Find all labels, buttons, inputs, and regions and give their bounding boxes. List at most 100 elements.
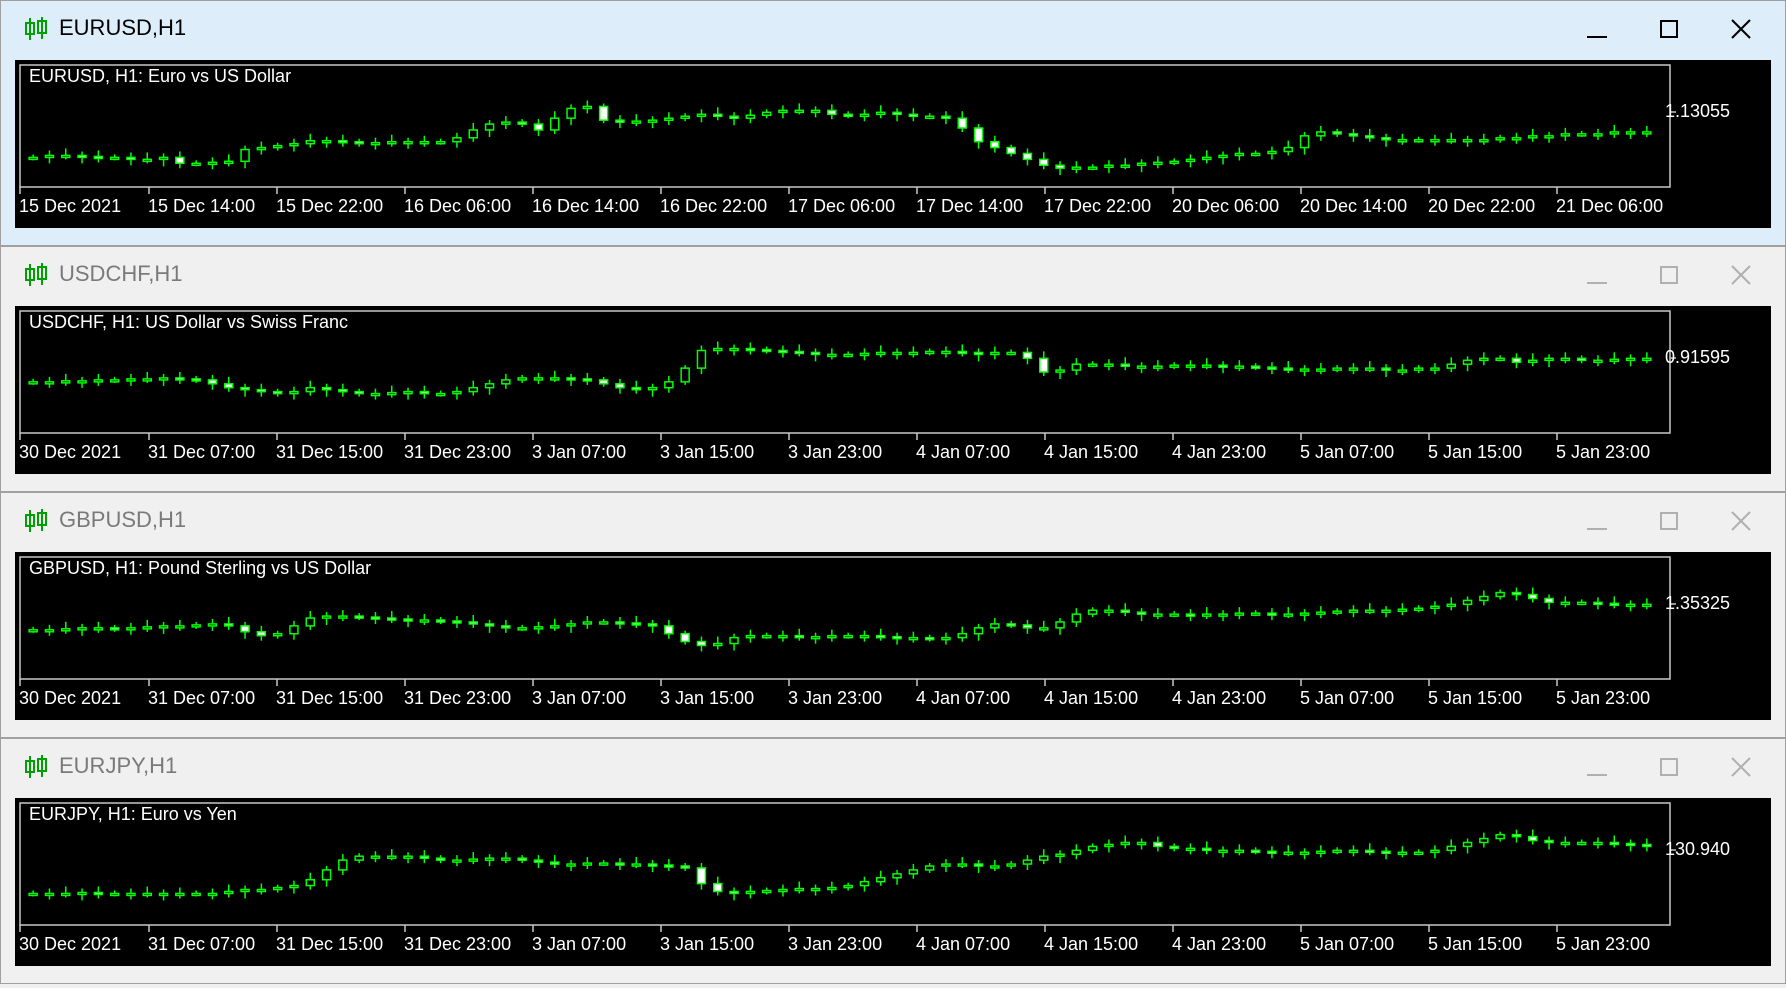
maximize-button[interactable] bbox=[1649, 503, 1689, 539]
candle bbox=[435, 138, 446, 145]
candle bbox=[1593, 128, 1603, 140]
chart-window-1[interactable]: USDCHF,H1 USDCHF, H1: US Dollar vs Swiss … bbox=[0, 246, 1786, 492]
time-axis-label: 16 Dec 06:00 bbox=[404, 196, 512, 216]
candle bbox=[256, 141, 267, 155]
candle bbox=[1397, 846, 1408, 858]
candle bbox=[419, 135, 430, 147]
window-titlebar[interactable]: USDCHF,H1 bbox=[1, 247, 1785, 303]
candle bbox=[1332, 608, 1342, 616]
candle bbox=[1087, 843, 1098, 854]
chart-canvas[interactable]: USDCHF, H1: US Dollar vs Swiss Franc 0.91… bbox=[15, 306, 1771, 474]
candle bbox=[582, 100, 593, 114]
candles bbox=[28, 829, 1652, 901]
maximize-icon bbox=[1649, 503, 1689, 539]
candle bbox=[533, 621, 544, 634]
candle bbox=[1625, 839, 1636, 852]
candle bbox=[44, 150, 55, 164]
candle bbox=[289, 138, 299, 152]
minimize-button[interactable] bbox=[1577, 503, 1617, 539]
candle bbox=[1576, 355, 1587, 364]
candle bbox=[1071, 608, 1082, 627]
candle bbox=[1397, 364, 1408, 376]
close-button[interactable] bbox=[1721, 503, 1761, 539]
candle bbox=[794, 103, 804, 115]
chart-window-3[interactable]: EURJPY,H1 EURJPY, H1: Euro vs Yen 130.940 3… bbox=[0, 738, 1786, 984]
candle bbox=[1609, 352, 1619, 365]
candle bbox=[1413, 849, 1424, 856]
time-axis-label: 4 Jan 15:00 bbox=[1044, 934, 1139, 954]
candle bbox=[1479, 832, 1489, 848]
candle bbox=[1055, 617, 1065, 635]
candle bbox=[1120, 158, 1130, 170]
candle bbox=[1039, 152, 1049, 170]
window-titlebar[interactable]: EURJPY,H1 bbox=[1, 739, 1785, 795]
maximize-button[interactable] bbox=[1649, 749, 1689, 785]
time-axis-label: 3 Jan 15:00 bbox=[660, 688, 755, 708]
candle bbox=[990, 135, 1000, 153]
candle bbox=[191, 890, 201, 897]
candle bbox=[908, 631, 919, 643]
candle bbox=[272, 884, 283, 893]
maximize-button[interactable] bbox=[1649, 11, 1689, 47]
window-title: EURJPY,H1 bbox=[59, 753, 178, 778]
chart-canvas[interactable]: GBPUSD, H1: Pound Sterling vs US Dollar 1… bbox=[15, 552, 1771, 720]
candle bbox=[941, 859, 951, 872]
candle bbox=[191, 160, 201, 167]
time-axis-label: 4 Jan 07:00 bbox=[916, 442, 1011, 462]
candle bbox=[224, 616, 234, 630]
candle bbox=[892, 632, 902, 645]
candle bbox=[517, 119, 527, 128]
minimize-button[interactable] bbox=[1577, 257, 1617, 293]
candle bbox=[908, 346, 919, 358]
candle bbox=[1560, 127, 1571, 141]
candle bbox=[598, 376, 609, 387]
minimize-button[interactable] bbox=[1577, 11, 1617, 47]
candle bbox=[61, 148, 71, 160]
candle bbox=[941, 632, 951, 645]
candle bbox=[664, 619, 674, 639]
chart-canvas[interactable]: EURUSD, H1: Euro vs US Dollar 1.13055 15 D… bbox=[15, 60, 1771, 228]
candle bbox=[126, 888, 136, 900]
candle bbox=[1495, 589, 1505, 600]
candle bbox=[1218, 846, 1228, 858]
candle bbox=[745, 629, 756, 643]
candle bbox=[761, 887, 772, 895]
time-axis-label: 31 Dec 23:00 bbox=[404, 442, 512, 462]
time-axis-label: 31 Dec 15:00 bbox=[276, 688, 384, 708]
candle bbox=[1609, 124, 1619, 138]
close-button[interactable] bbox=[1721, 749, 1761, 785]
chart-window-2[interactable]: GBPUSD,H1 GBPUSD, H1: Pound Sterling vs U… bbox=[0, 492, 1786, 738]
candle bbox=[1006, 349, 1016, 356]
candle bbox=[957, 857, 967, 869]
chart-window-0[interactable]: EURUSD,H1 EURUSD, H1: Euro vs US Dollar 1.… bbox=[0, 0, 1786, 246]
candle bbox=[175, 151, 185, 169]
candle bbox=[598, 618, 609, 625]
time-axis-label: 21 Dec 06:00 bbox=[1556, 196, 1664, 216]
candle bbox=[1381, 133, 1391, 147]
candle bbox=[729, 633, 739, 651]
window-titlebar[interactable]: GBPUSD,H1 bbox=[1, 493, 1785, 549]
maximize-button[interactable] bbox=[1649, 257, 1689, 293]
close-button[interactable] bbox=[1721, 257, 1761, 293]
candle bbox=[892, 108, 902, 122]
close-button[interactable] bbox=[1721, 11, 1761, 47]
candle bbox=[1250, 847, 1261, 855]
candle bbox=[973, 124, 984, 149]
candle bbox=[452, 855, 462, 867]
candle bbox=[582, 372, 593, 385]
candle bbox=[484, 854, 495, 867]
candle bbox=[1495, 355, 1505, 362]
candle bbox=[77, 623, 87, 636]
time-axis-label: 31 Dec 15:00 bbox=[276, 934, 384, 954]
candle bbox=[468, 122, 478, 142]
window-titlebar[interactable]: EURUSD,H1 bbox=[1, 1, 1785, 57]
candlestick-chart-icon bbox=[23, 16, 49, 42]
candle bbox=[859, 630, 870, 642]
chart-canvas[interactable]: EURJPY, H1: Euro vs Yen 130.940 30 Dec 202… bbox=[15, 798, 1771, 966]
candle bbox=[1642, 598, 1652, 610]
candle bbox=[1560, 596, 1571, 608]
time-axis-label: 3 Jan 07:00 bbox=[532, 688, 627, 708]
candle bbox=[207, 157, 218, 170]
candle bbox=[973, 348, 984, 362]
minimize-button[interactable] bbox=[1577, 749, 1617, 785]
